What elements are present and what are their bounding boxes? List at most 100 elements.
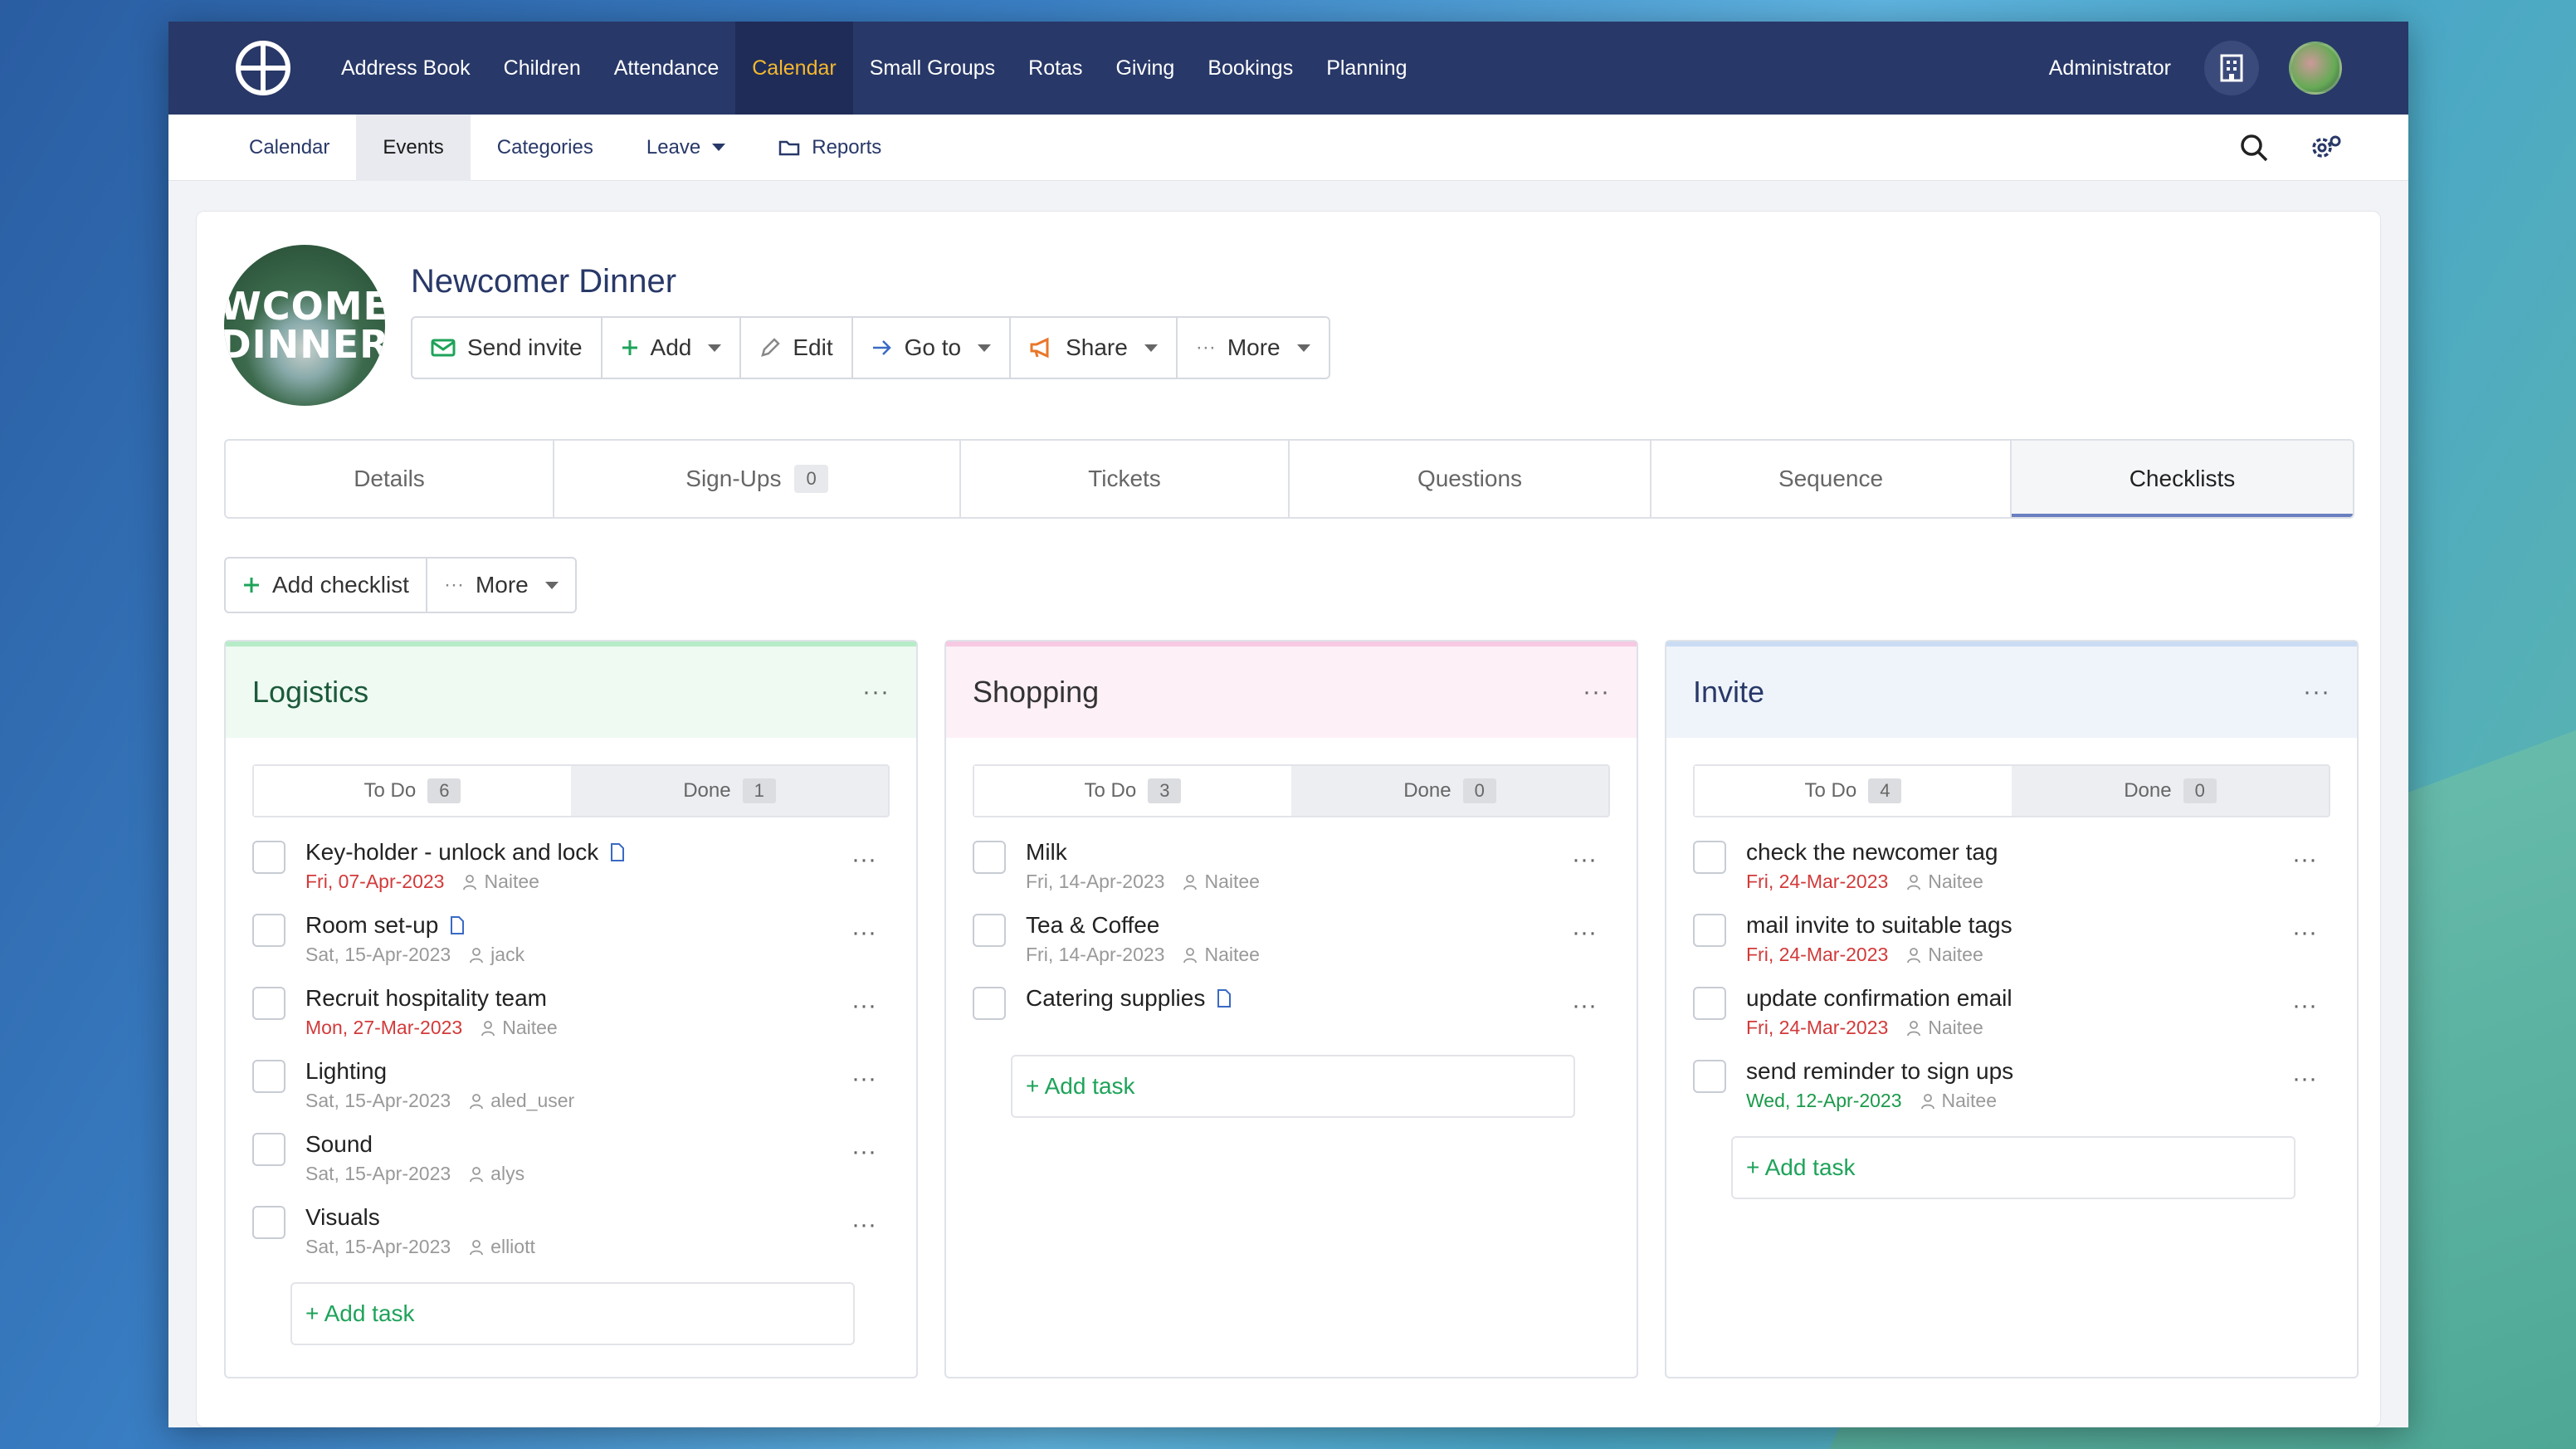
checklist-menu-icon[interactable]: ···	[862, 678, 890, 706]
task-menu-icon[interactable]: ···	[1572, 846, 1597, 874]
task-menu-icon[interactable]: ···	[1572, 992, 1597, 1020]
add-task-button[interactable]: + Add task	[1731, 1136, 2295, 1199]
goto-dropdown-button[interactable]: Go to	[853, 318, 1012, 378]
task-name[interactable]: update confirmation email	[1746, 985, 2013, 1012]
building-icon[interactable]	[2204, 41, 2259, 95]
task-checkbox[interactable]	[252, 841, 285, 874]
todo-filter[interactable]: To Do 4	[1695, 766, 2012, 816]
done-filter[interactable]: Done 0	[2012, 766, 2329, 816]
task-checkbox[interactable]	[252, 1206, 285, 1239]
top-navigation: Address Book Children Attendance Calenda…	[168, 22, 2408, 115]
nav-address-book[interactable]: Address Book	[324, 22, 487, 115]
task-name[interactable]: Tea & Coffee	[1026, 912, 1159, 939]
search-icon[interactable]	[2239, 133, 2269, 163]
checklist-menu-icon[interactable]: ···	[2303, 678, 2330, 706]
settings-gear-icon[interactable]	[2309, 133, 2342, 163]
task-name[interactable]: Recruit hospitality team	[305, 985, 547, 1012]
task-checkbox[interactable]	[252, 914, 285, 947]
task-checkbox[interactable]	[252, 987, 285, 1020]
task-menu-icon[interactable]: ···	[851, 846, 876, 874]
task-name[interactable]: mail invite to suitable tags	[1746, 912, 2013, 939]
done-filter[interactable]: Done 1	[571, 766, 888, 816]
tab-details[interactable]: Details	[226, 441, 554, 517]
task-menu-icon[interactable]: ···	[2292, 846, 2317, 874]
task-checkbox[interactable]	[252, 1133, 285, 1166]
nav-giving[interactable]: Giving	[1099, 22, 1191, 115]
nav-bookings[interactable]: Bookings	[1191, 22, 1310, 115]
task-name[interactable]: Catering supplies	[1026, 985, 1205, 1012]
document-icon[interactable]	[1217, 988, 1232, 1008]
task-menu-icon[interactable]: ···	[1572, 919, 1597, 947]
add-dropdown-button[interactable]: Add	[603, 318, 742, 378]
tab-signups[interactable]: Sign-Ups 0	[554, 441, 961, 517]
share-dropdown-button[interactable]: Share	[1011, 318, 1178, 378]
send-invite-button[interactable]: Send invite	[412, 318, 603, 378]
task-name[interactable]: Room set-up	[305, 912, 438, 939]
more-dropdown-button[interactable]: ··· More	[1178, 318, 1329, 378]
todo-filter[interactable]: To Do 6	[254, 766, 571, 816]
task-item: Visuals Sat, 15-Apr-2023 elliott ···	[226, 1199, 916, 1272]
app-logo-icon[interactable]	[235, 40, 291, 96]
task-checkbox[interactable]	[1693, 1060, 1726, 1093]
task-due-date: Fri, 24-Mar-2023	[1746, 1017, 1889, 1038]
subnav-reports[interactable]: Reports	[752, 115, 908, 181]
done-filter[interactable]: Done 0	[1291, 766, 1608, 816]
nav-attendance[interactable]: Attendance	[598, 22, 736, 115]
admin-menu[interactable]: Administrator	[2049, 56, 2171, 80]
user-avatar[interactable]	[2289, 41, 2342, 95]
done-count: 0	[1462, 778, 1496, 803]
task-assignee: Naitee	[1928, 871, 1983, 892]
nav-calendar[interactable]: Calendar	[735, 22, 853, 115]
todo-filter[interactable]: To Do 3	[974, 766, 1291, 816]
add-task-button[interactable]: + Add task	[290, 1282, 855, 1345]
nav-rotas[interactable]: Rotas	[1012, 22, 1099, 115]
checklist-menu-icon[interactable]: ···	[1583, 678, 1610, 706]
task-menu-icon[interactable]: ···	[851, 992, 876, 1020]
task-name[interactable]: Key-holder - unlock and lock	[305, 839, 598, 866]
task-item: Sound Sat, 15-Apr-2023 alys ···	[226, 1126, 916, 1199]
task-checkbox[interactable]	[252, 1060, 285, 1093]
task-name[interactable]: check the newcomer tag	[1746, 839, 1998, 866]
nav-planning[interactable]: Planning	[1310, 22, 1423, 115]
task-menu-icon[interactable]: ···	[2292, 992, 2317, 1020]
task-checkbox[interactable]	[1693, 914, 1726, 947]
task-menu-icon[interactable]: ···	[2292, 1065, 2317, 1093]
task-menu-icon[interactable]: ···	[851, 1138, 876, 1166]
task-name[interactable]: Visuals	[305, 1204, 380, 1231]
todo-count: 3	[1148, 778, 1182, 803]
subnav-categories[interactable]: Categories	[471, 115, 620, 181]
task-menu-icon[interactable]: ···	[851, 919, 876, 947]
document-icon[interactable]	[610, 842, 625, 862]
task-checkbox[interactable]	[1693, 987, 1726, 1020]
task-menu-icon[interactable]: ···	[2292, 919, 2317, 947]
add-checklist-label: Add checklist	[272, 572, 409, 598]
task-name[interactable]: Sound	[305, 1131, 373, 1158]
signups-count-badge: 0	[794, 465, 828, 493]
task-name[interactable]: Milk	[1026, 839, 1067, 866]
task-menu-icon[interactable]: ···	[851, 1065, 876, 1093]
add-task-button[interactable]: + Add task	[1011, 1055, 1575, 1118]
nav-children[interactable]: Children	[487, 22, 598, 115]
task-item: send reminder to sign ups Wed, 12-Apr-20…	[1666, 1053, 2357, 1126]
task-checkbox[interactable]	[973, 841, 1006, 874]
checklist-more-button[interactable]: ··· More	[427, 559, 575, 612]
task-menu-icon[interactable]: ···	[851, 1211, 876, 1239]
subnav-calendar[interactable]: Calendar	[222, 115, 356, 181]
user-icon	[470, 1166, 484, 1182]
task-checkbox[interactable]	[973, 987, 1006, 1020]
nav-small-groups[interactable]: Small Groups	[853, 22, 1012, 115]
document-icon[interactable]	[450, 915, 465, 935]
task-due-date: Fri, 24-Mar-2023	[1746, 944, 1889, 965]
task-name[interactable]: Lighting	[305, 1058, 387, 1085]
task-checkbox[interactable]	[973, 914, 1006, 947]
tab-sequence[interactable]: Sequence	[1651, 441, 2012, 517]
task-name[interactable]: send reminder to sign ups	[1746, 1058, 2013, 1085]
tab-questions[interactable]: Questions	[1290, 441, 1651, 517]
subnav-events[interactable]: Events	[356, 114, 471, 181]
task-checkbox[interactable]	[1693, 841, 1726, 874]
subnav-leave[interactable]: Leave	[620, 115, 752, 181]
tab-tickets[interactable]: Tickets	[961, 441, 1290, 517]
edit-button[interactable]: Edit	[741, 318, 853, 378]
add-checklist-button[interactable]: Add checklist	[226, 559, 427, 612]
tab-checklists[interactable]: Checklists	[2012, 441, 2353, 517]
